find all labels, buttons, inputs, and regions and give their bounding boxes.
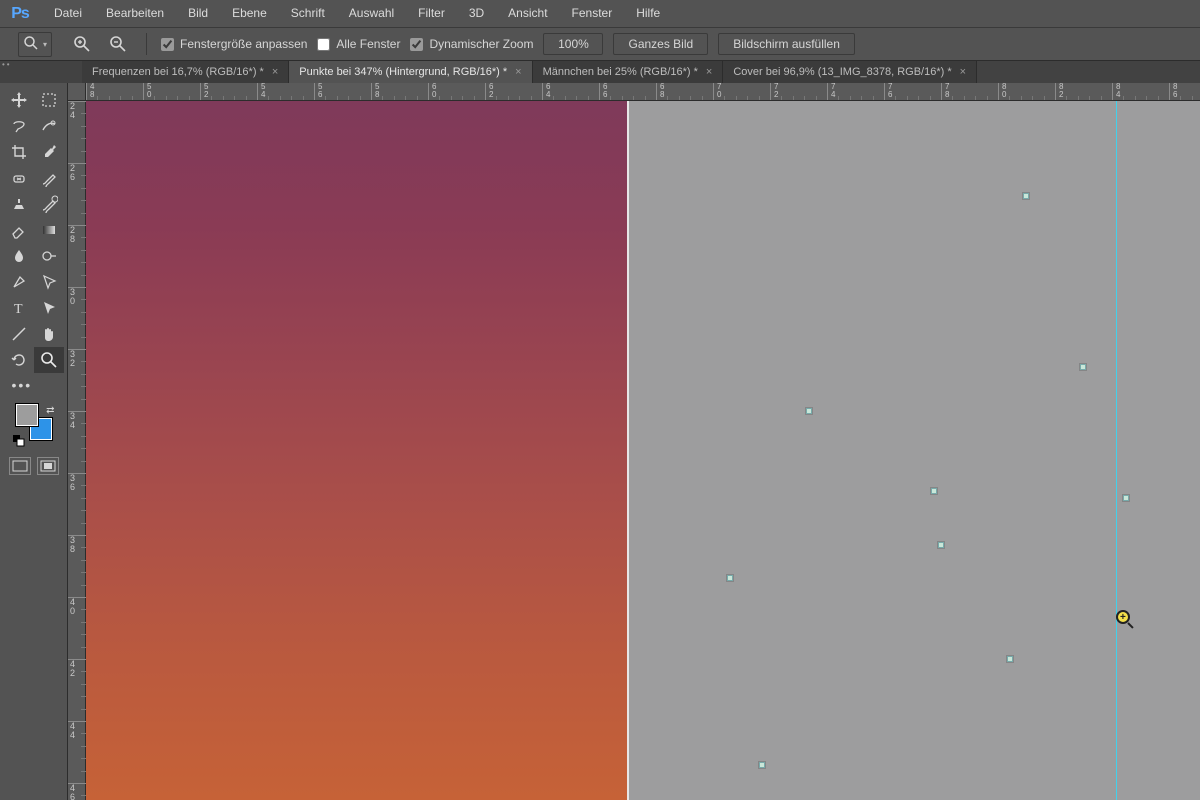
foreground-color-swatch[interactable] bbox=[15, 403, 39, 427]
menu-image[interactable]: Bild bbox=[176, 0, 220, 27]
pen-tool[interactable] bbox=[4, 269, 34, 295]
document-viewport[interactable]: 4850525456586062646668707274767880828486… bbox=[68, 83, 1200, 800]
toolbox: T ••• ⇄ bbox=[0, 83, 68, 800]
marquee-tool[interactable] bbox=[34, 87, 64, 113]
menu-bar: Ps Datei Bearbeiten Bild Ebene Schrift A… bbox=[0, 0, 1200, 27]
vertical-guide[interactable] bbox=[1116, 101, 1117, 800]
history-brush-tool[interactable] bbox=[34, 191, 64, 217]
close-icon[interactable]: × bbox=[515, 66, 521, 78]
menu-select[interactable]: Auswahl bbox=[337, 0, 406, 27]
scrubby-zoom-checkbox[interactable]: Dynamischer Zoom bbox=[410, 37, 533, 51]
menu-layer[interactable]: Ebene bbox=[220, 0, 279, 27]
panel-grip-icon[interactable]: •• bbox=[2, 63, 12, 77]
canvas-point bbox=[931, 488, 937, 494]
zoom-icon bbox=[23, 35, 39, 54]
edit-toolbar-button[interactable]: ••• bbox=[4, 375, 64, 395]
close-icon[interactable]: × bbox=[960, 66, 966, 78]
menu-window[interactable]: Fenster bbox=[560, 0, 625, 27]
menu-type[interactable]: Schrift bbox=[279, 0, 337, 27]
menu-3d[interactable]: 3D bbox=[457, 0, 496, 27]
horizontal-ruler[interactable]: 4850525456586062646668707274767880828486 bbox=[86, 83, 1200, 101]
healing-brush-tool[interactable] bbox=[4, 165, 34, 191]
swap-colors-icon[interactable]: ⇄ bbox=[46, 405, 54, 416]
close-icon[interactable]: × bbox=[272, 66, 278, 78]
eraser-tool[interactable] bbox=[4, 217, 34, 243]
canvas-point bbox=[1007, 656, 1013, 662]
crop-tool[interactable] bbox=[4, 139, 34, 165]
menu-file[interactable]: Datei bbox=[42, 0, 94, 27]
all-windows-checkbox[interactable]: Alle Fenster bbox=[317, 37, 400, 51]
workspace: T ••• ⇄ 48505254565860626466687072747678… bbox=[0, 83, 1200, 800]
fill-screen-button[interactable]: Bildschirm ausfüllen bbox=[718, 33, 855, 55]
canvas-area[interactable]: + bbox=[86, 101, 1200, 800]
brush-tool[interactable] bbox=[34, 165, 64, 191]
menu-view[interactable]: Ansicht bbox=[496, 0, 559, 27]
document-tab-strip: •• Frequenzen bei 16,7% (RGB/16*) *×Punk… bbox=[0, 61, 1200, 83]
tab-label: Cover bei 96,9% (13_IMG_8378, RGB/16*) * bbox=[733, 66, 951, 78]
canvas-divider bbox=[627, 101, 629, 800]
document-canvas-right bbox=[627, 101, 1200, 800]
zoom-in-button[interactable] bbox=[68, 33, 96, 55]
document-canvas-left bbox=[86, 101, 627, 800]
hand-tool[interactable] bbox=[34, 321, 64, 347]
eyedropper-tool[interactable] bbox=[34, 139, 64, 165]
dodge-tool[interactable] bbox=[34, 243, 64, 269]
document-tab[interactable]: Cover bei 96,9% (13_IMG_8378, RGB/16*) *… bbox=[723, 61, 977, 83]
zoom-cursor-icon: + bbox=[1116, 610, 1136, 630]
canvas-point bbox=[1023, 193, 1029, 199]
canvas-point bbox=[1080, 364, 1086, 370]
vertical-ruler[interactable]: 242628303234363840424446 bbox=[68, 101, 86, 800]
app-logo: Ps bbox=[8, 2, 32, 26]
canvas-point bbox=[759, 762, 765, 768]
tab-label: Männchen bei 25% (RGB/16*) * bbox=[543, 66, 698, 78]
canvas-point bbox=[938, 542, 944, 548]
svg-text:T: T bbox=[14, 302, 23, 317]
zoom-out-button[interactable] bbox=[104, 33, 132, 55]
path-select-tool[interactable] bbox=[34, 295, 64, 321]
type-tool[interactable]: T bbox=[4, 295, 34, 321]
clone-stamp-tool[interactable] bbox=[4, 191, 34, 217]
chevron-down-icon: ▾ bbox=[43, 40, 47, 49]
zoom-tool[interactable] bbox=[34, 347, 64, 373]
tool-preset-picker[interactable]: ▾ bbox=[18, 32, 52, 57]
gradient-tool[interactable] bbox=[34, 217, 64, 243]
lasso-tool[interactable] bbox=[4, 113, 34, 139]
document-tab[interactable]: Punkte bei 347% (Hintergrund, RGB/16*) *… bbox=[289, 61, 532, 83]
zoom-percent-field[interactable]: 100% bbox=[543, 33, 603, 55]
menu-help[interactable]: Hilfe bbox=[624, 0, 672, 27]
close-icon[interactable]: × bbox=[706, 66, 712, 78]
canvas-point bbox=[1123, 495, 1129, 501]
document-tab[interactable]: Frequenzen bei 16,7% (RGB/16*) * × bbox=[82, 61, 289, 83]
tab-label: Frequenzen bei 16,7% (RGB/16*) * bbox=[92, 66, 264, 78]
menu-filter[interactable]: Filter bbox=[406, 0, 457, 27]
menu-edit[interactable]: Bearbeiten bbox=[94, 0, 176, 27]
tab-label: Punkte bei 347% (Hintergrund, RGB/16*) * bbox=[299, 66, 507, 78]
standard-mode-button[interactable] bbox=[9, 457, 31, 475]
divider bbox=[146, 33, 147, 55]
resize-window-checkbox[interactable]: Fenstergröße anpassen bbox=[161, 37, 307, 51]
color-swatches[interactable]: ⇄ bbox=[9, 403, 59, 447]
rotate-view-tool[interactable] bbox=[4, 347, 34, 373]
document-tab[interactable]: Männchen bei 25% (RGB/16*) * × bbox=[533, 61, 724, 83]
default-colors-icon[interactable] bbox=[13, 435, 25, 447]
direct-select-tool[interactable] bbox=[34, 269, 64, 295]
quick-select-tool[interactable] bbox=[34, 113, 64, 139]
screen-mode-button[interactable] bbox=[37, 457, 59, 475]
ruler-origin[interactable] bbox=[68, 83, 86, 101]
options-bar: ▾ Fenstergröße anpassen Alle Fenster Dyn… bbox=[0, 27, 1200, 61]
canvas-point bbox=[806, 408, 812, 414]
blur-tool[interactable] bbox=[4, 243, 34, 269]
fit-screen-button[interactable]: Ganzes Bild bbox=[613, 33, 708, 55]
canvas-point bbox=[727, 575, 733, 581]
move-tool[interactable] bbox=[4, 87, 34, 113]
line-tool[interactable] bbox=[4, 321, 34, 347]
